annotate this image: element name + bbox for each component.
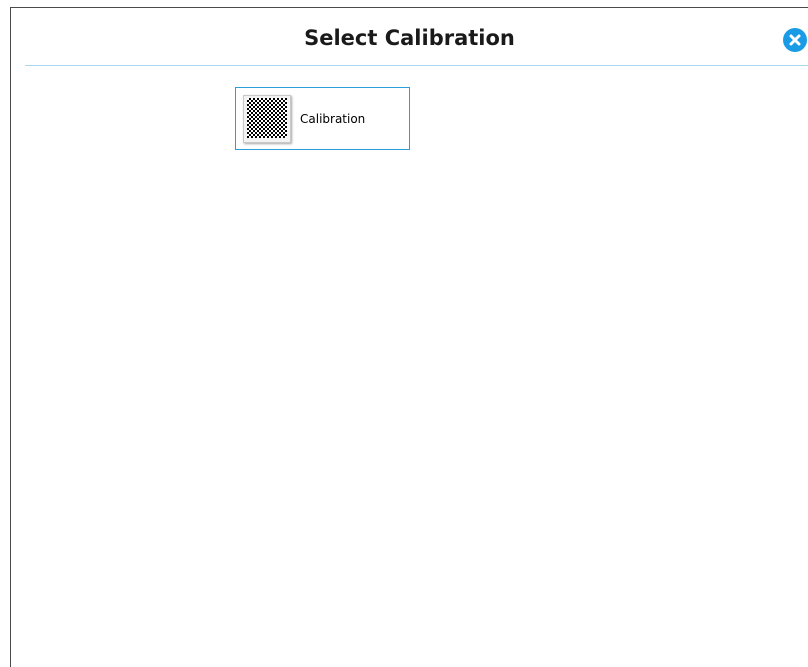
dialog-header: Select Calibration xyxy=(11,8,808,66)
close-icon xyxy=(789,34,801,46)
close-button[interactable] xyxy=(783,28,807,52)
calibration-item-label: Calibration xyxy=(300,112,366,126)
calibration-thumbnail xyxy=(243,95,291,143)
select-calibration-dialog: Select Calibration Calibration xyxy=(10,7,808,667)
dialog-title: Select Calibration xyxy=(304,26,515,50)
checkerboard-pattern-icon xyxy=(247,98,287,138)
header-divider xyxy=(25,65,808,66)
calibration-item[interactable]: Calibration xyxy=(235,87,410,150)
